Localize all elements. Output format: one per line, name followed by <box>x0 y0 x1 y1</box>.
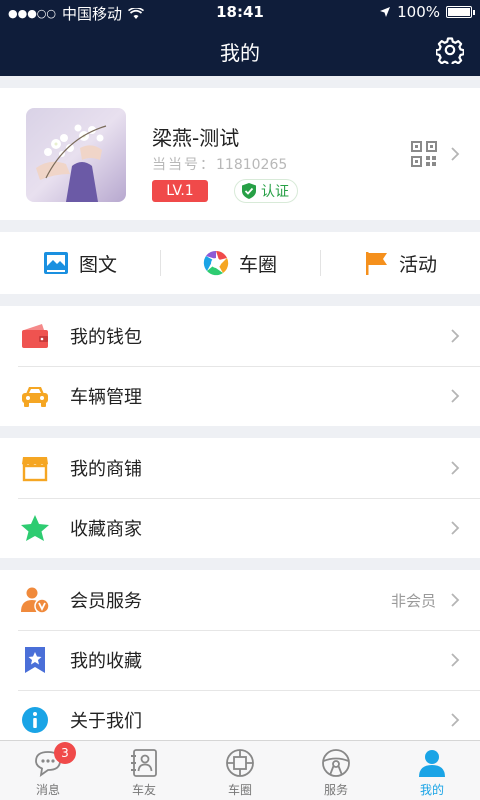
quick-action-label: 车圈 <box>238 253 277 276</box>
status-bar: ●●●○○ 中国移动 18:41 100% <box>0 0 480 24</box>
user-id-label: 当当号： <box>152 157 216 173</box>
quick-action-graphic[interactable]: 图文 <box>0 232 160 294</box>
quick-actions: 图文 车圈 活动 <box>0 232 480 294</box>
shop-icon <box>22 457 48 482</box>
chevron-right-icon <box>451 521 460 535</box>
tab-label: 消息 <box>35 783 60 797</box>
verified-label: 认证 <box>261 184 289 200</box>
battery-icon <box>446 6 475 18</box>
bookmark-icon <box>25 647 45 673</box>
menu-item-label: 我的钱包 <box>70 327 142 348</box>
nav-bar: 我的 <box>0 24 480 76</box>
menu-item-label: 会员服务 <box>70 591 142 612</box>
menu-item-my-shop[interactable]: 我的商铺 <box>0 438 480 498</box>
info-icon <box>22 707 48 733</box>
chevron-right-icon <box>451 147 460 161</box>
bottom-tab-bar: 消息 3 车友 车圈 服务 我的 <box>0 740 480 800</box>
tab-messages[interactable]: 消息 3 <box>0 741 96 800</box>
chevron-right-icon <box>451 329 460 343</box>
menu-item-label: 车辆管理 <box>70 387 142 408</box>
menu-item-label: 收藏商家 <box>70 519 142 540</box>
menu-item-vehicle-management[interactable]: 车辆管理 <box>0 366 480 426</box>
membership-status: 非会员 <box>390 592 436 610</box>
flag-icon <box>365 252 387 275</box>
avatar-image <box>26 108 126 202</box>
member-icon <box>21 587 50 614</box>
shield-check-icon <box>242 183 256 199</box>
qr-code-icon[interactable] <box>410 140 438 168</box>
user-id-value: 11810265 <box>216 157 288 173</box>
wallet-icon <box>22 324 48 348</box>
menu-item-label: 我的收藏 <box>70 651 142 672</box>
tab-services[interactable]: 服务 <box>288 741 384 800</box>
user-name: 梁燕-测试 <box>152 126 240 150</box>
tab-label: 车圈 <box>227 783 252 797</box>
location-arrow-icon <box>380 7 391 17</box>
contacts-icon <box>131 749 157 777</box>
chevron-right-icon <box>451 461 460 475</box>
level-badge: LV.1 <box>152 180 208 202</box>
quick-action-label: 图文 <box>78 253 117 276</box>
tab-car-friends[interactable]: 车友 <box>96 741 192 800</box>
menu-item-favorite-merchants[interactable]: 收藏商家 <box>0 498 480 558</box>
quick-action-label: 活动 <box>398 253 437 276</box>
menu-item-label: 关于我们 <box>70 711 142 732</box>
menu-item-my-favorites[interactable]: 我的收藏 <box>0 630 480 690</box>
steering-wheel-icon <box>322 749 350 777</box>
color-wheel-icon <box>203 250 229 276</box>
tab-label: 我的 <box>419 783 444 797</box>
tab-mine[interactable]: 我的 <box>384 741 480 800</box>
tab-car-circle[interactable]: 车圈 <box>192 741 288 800</box>
profile-card[interactable]: 梁燕-测试 当当号：11810265 LV.1 认证 <box>0 88 480 220</box>
image-icon <box>43 252 68 274</box>
status-right: 100% <box>379 3 475 21</box>
menu-group-member: 会员服务 非会员 我的收藏 关于我们 <box>0 570 480 750</box>
menu-item-member-service[interactable]: 会员服务 非会员 <box>0 570 480 630</box>
tab-label: 车友 <box>131 783 156 797</box>
chevron-right-icon <box>451 713 460 727</box>
chevron-right-icon <box>451 389 460 403</box>
menu-group-wallet: 我的钱包 车辆管理 <box>0 306 480 426</box>
settings-gear-icon[interactable] <box>436 36 464 64</box>
avatar[interactable] <box>26 108 126 202</box>
menu-item-wallet[interactable]: 我的钱包 <box>0 306 480 366</box>
chevron-right-icon <box>451 653 460 667</box>
star-icon <box>21 515 49 541</box>
unread-badge: 3 <box>54 742 76 764</box>
battery-percent: 100% <box>397 3 440 21</box>
quick-action-events[interactable]: 活动 <box>320 232 480 294</box>
circle-icon <box>226 749 254 777</box>
person-icon <box>419 750 445 777</box>
user-id: 当当号：11810265 <box>152 154 287 174</box>
tab-label: 服务 <box>323 783 348 797</box>
car-icon <box>22 387 48 407</box>
menu-group-shop: 我的商铺 收藏商家 <box>0 438 480 558</box>
verified-badge: 认证 <box>234 179 298 203</box>
quick-action-car-circle[interactable]: 车圈 <box>160 232 320 294</box>
chevron-right-icon <box>451 593 460 607</box>
menu-item-label: 我的商铺 <box>70 459 142 480</box>
page-title: 我的 <box>220 41 260 65</box>
